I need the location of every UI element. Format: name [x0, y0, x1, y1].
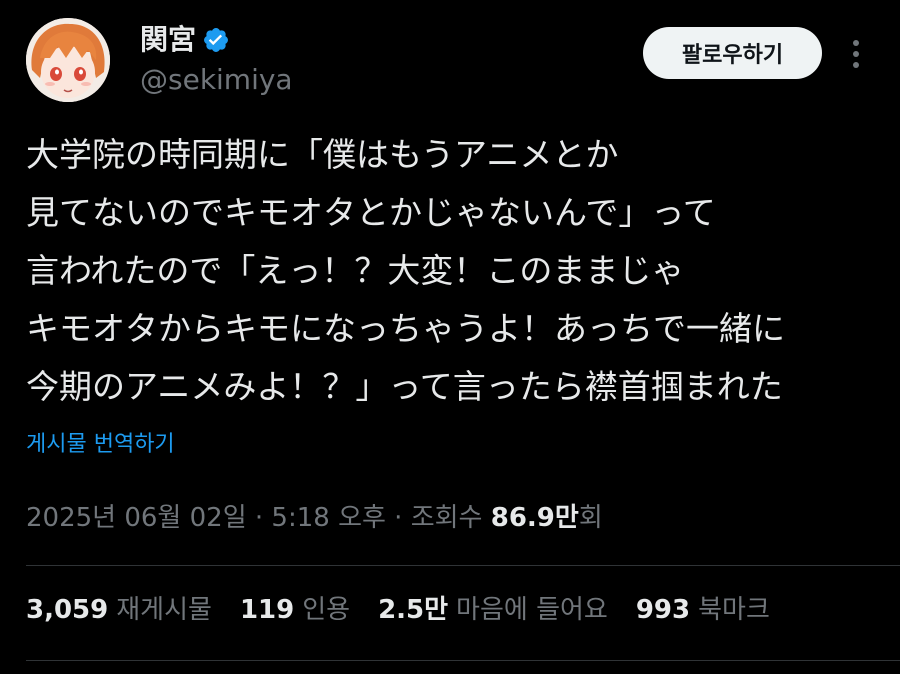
tweet-meta: 2025년 06월 02일 · 5:18 오후 · 조회수 86.9만회 [26, 496, 603, 540]
tweet-line: 大学院の時同期に「僕はもうアニメとか [26, 135, 619, 174]
avatar[interactable] [26, 18, 110, 102]
display-name[interactable]: 関宮 [140, 22, 196, 58]
more-vertical-icon[interactable] [842, 34, 870, 74]
translate-post-link[interactable]: 게시물 번역하기 [26, 428, 175, 462]
tweet-line: キモオタからキモになっちゃうよ！あっちで一緒に [26, 309, 785, 348]
quotes-label: 인용 [302, 595, 351, 625]
likes-count: 2.5만 [378, 595, 449, 625]
verified-badge-icon[interactable] [202, 26, 230, 54]
bookmarks-stat[interactable]: 993 북마크 [636, 590, 770, 630]
tweet-line: 言われたので「えっ！？大変！このままじゃ [26, 251, 685, 290]
divider [26, 660, 900, 661]
more-dot [853, 51, 859, 57]
tweet-text: 大学院の時同期に「僕はもうアニメとか 見てないのでキモオタとかじゃないんで」って… [26, 126, 886, 416]
divider [26, 565, 900, 566]
timestamp[interactable]: 2025년 06월 02일 · 5:18 오후 · 조회수 [26, 503, 482, 533]
follow-button[interactable]: 팔로우하기 [643, 27, 822, 79]
more-dot [853, 62, 859, 68]
views-suffix: 회 [578, 503, 603, 533]
likes-stat[interactable]: 2.5만 마음에 들어요 [378, 590, 608, 630]
tweet-line: 見てないのでキモオタとかじゃないんで」って [26, 193, 716, 232]
quotes-stat[interactable]: 119 인용 [240, 590, 350, 630]
reposts-stat[interactable]: 3,059 재게시물 [26, 590, 212, 630]
anime-girl-avatar-icon [26, 18, 110, 102]
quotes-count: 119 [239, 595, 295, 625]
more-dot [853, 40, 859, 46]
reposts-label: 재게시물 [116, 595, 212, 625]
reposts-count: 3,059 [26, 595, 109, 625]
views-count: 86.9만 [490, 503, 579, 533]
tweet-line: 今期のアニメみよ！？」って言ったら襟首掴まれた [26, 367, 783, 406]
likes-label: 마음에 들어요 [456, 595, 608, 625]
bookmarks-count: 993 [635, 595, 691, 625]
engagement-stats: 3,059 재게시물 119 인용 2.5만 마음에 들어요 993 북마크 [26, 590, 798, 630]
author-name-row: 関宮 [140, 22, 230, 58]
bookmarks-label: 북마크 [698, 595, 770, 625]
author-handle[interactable]: @sekimiya [140, 62, 293, 98]
